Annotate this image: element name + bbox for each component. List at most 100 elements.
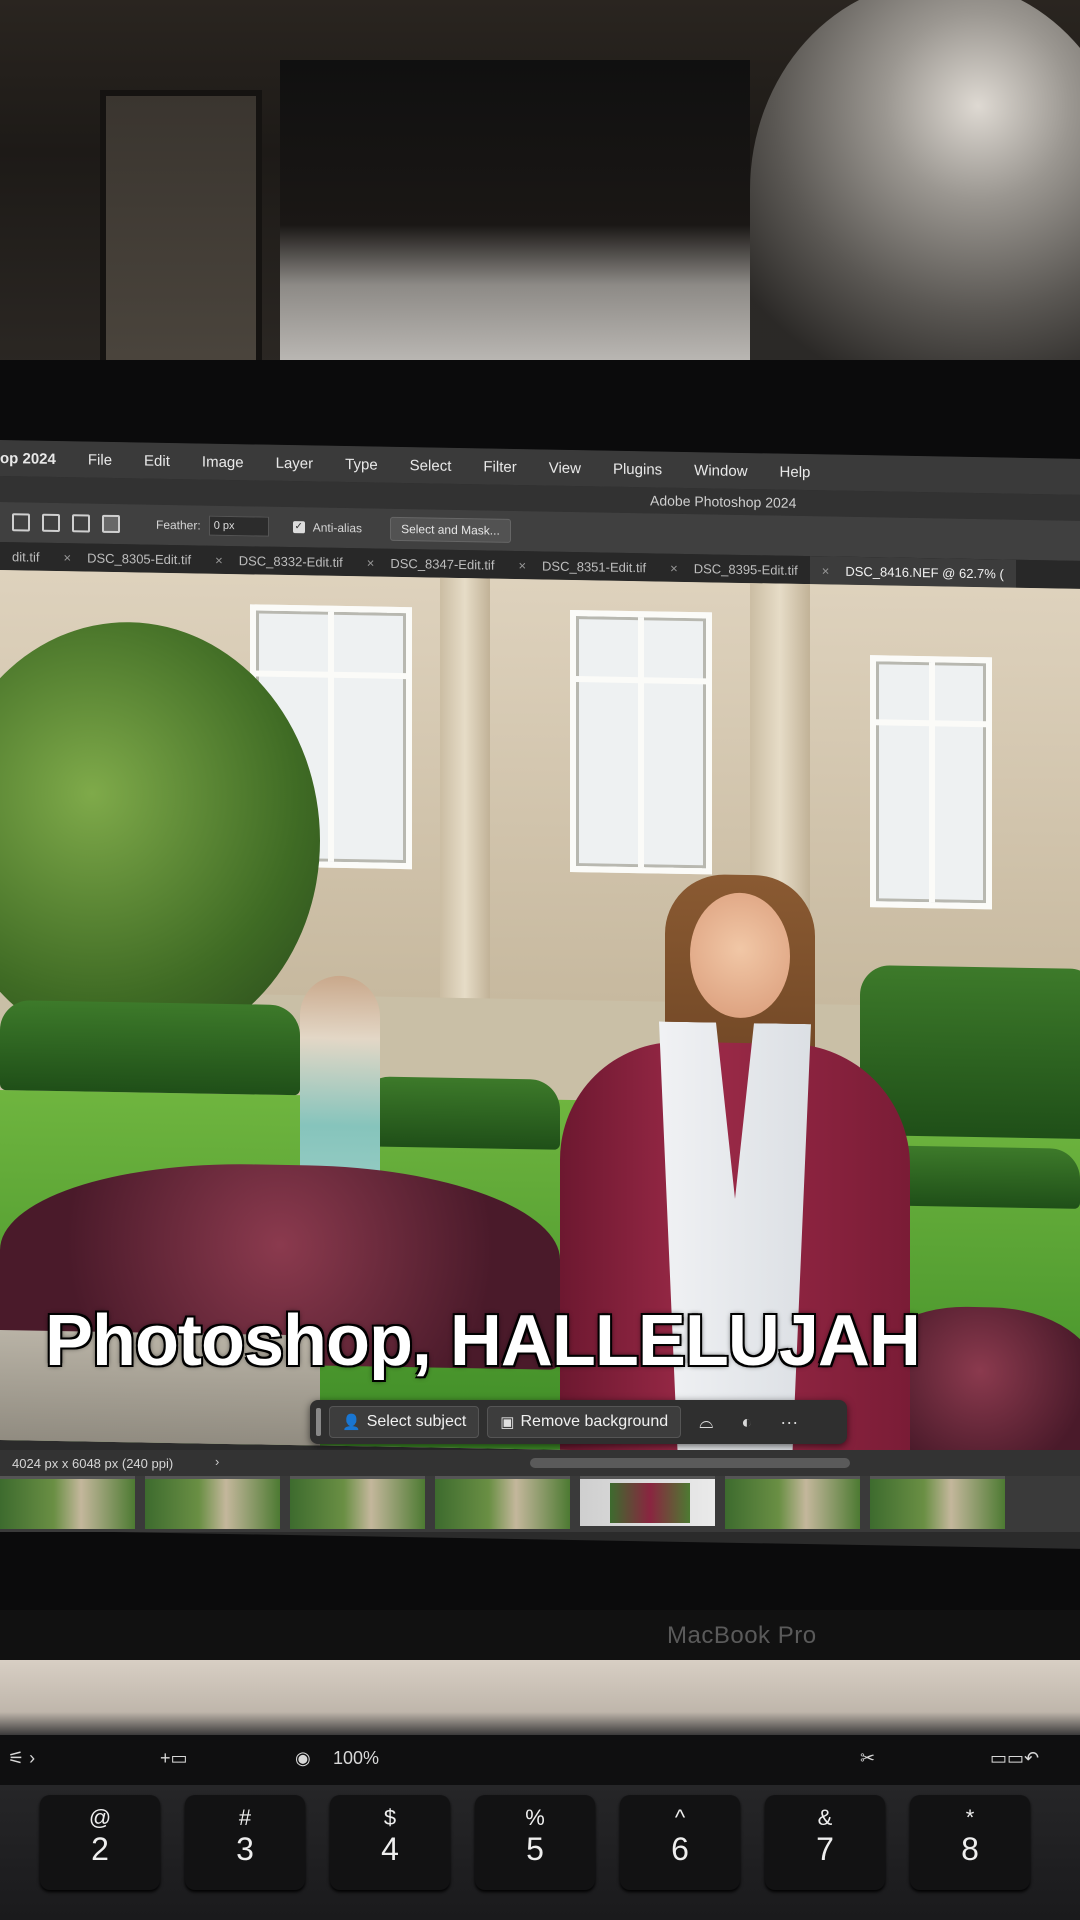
tab-document[interactable]: × DSC_8305-Edit.tif xyxy=(51,549,203,567)
app-name-menu[interactable]: op 2024 xyxy=(0,450,72,468)
key-4[interactable]: $4 xyxy=(330,1795,450,1890)
sliders-icon[interactable]: ⚟ › xyxy=(8,1748,35,1769)
close-icon[interactable]: × xyxy=(670,560,678,575)
status-menu-arrow[interactable]: › xyxy=(215,1454,219,1469)
thumbnail-image xyxy=(610,1483,690,1523)
building-window xyxy=(570,609,712,875)
room-background xyxy=(0,0,1080,380)
scissors-icon[interactable]: ✂ xyxy=(860,1748,875,1769)
tab-label: DSC_8305-Edit.tif xyxy=(87,550,192,567)
key-6[interactable]: ^ 6 xyxy=(620,1795,740,1890)
add-image-icon[interactable]: +▭ xyxy=(160,1748,188,1769)
filmstrip-thumbnail[interactable] xyxy=(435,1476,570,1529)
contextual-task-bar: 👤 Select subject ▣ Remove background ⌓ ◐… xyxy=(310,1400,847,1444)
key-number: 4 xyxy=(381,1831,399,1867)
menu-filter[interactable]: Filter xyxy=(467,458,532,476)
tab-active-document[interactable]: × DSC_8416.NEF @ 62.7% ( xyxy=(809,556,1016,588)
tab-document[interactable]: dit.tif xyxy=(0,549,51,565)
menu-layer[interactable]: Layer xyxy=(260,454,330,472)
tab-document[interactable]: × DSC_8351-Edit.tif xyxy=(506,557,658,575)
tab-label: DSC_8395-Edit.tif xyxy=(693,560,798,578)
remove-background-label: Remove background xyxy=(520,1413,669,1430)
subtract-selection-icon[interactable] xyxy=(72,514,90,533)
key-symbol: * xyxy=(965,1805,975,1830)
adjustment-icon[interactable]: ◐ xyxy=(731,1412,762,1433)
tab-document[interactable]: × DSC_8332-Edit.tif xyxy=(203,552,355,570)
menu-edit[interactable]: Edit xyxy=(128,452,186,470)
close-icon[interactable]: × xyxy=(215,552,223,567)
key-number: 6 xyxy=(671,1831,689,1867)
status-bar: 4024 px x 6048 px (240 ppi) › xyxy=(0,1450,1080,1476)
key-symbol: ^ xyxy=(674,1805,686,1830)
close-icon[interactable]: × xyxy=(63,550,71,565)
filmstrip-thumbnail-selected[interactable] xyxy=(580,1476,715,1526)
key-2[interactable]: @2 xyxy=(40,1795,160,1890)
key-symbol: & xyxy=(817,1805,833,1830)
filmstrip-thumbnail[interactable] xyxy=(725,1476,860,1529)
building-pillar xyxy=(440,577,490,999)
menu-file[interactable]: File xyxy=(72,451,128,469)
key-number: 8 xyxy=(961,1831,979,1867)
add-selection-icon[interactable] xyxy=(42,513,60,533)
image-icon: ▣ xyxy=(500,1414,515,1431)
intersect-selection-icon[interactable] xyxy=(102,514,120,534)
filmstrip-thumbnail[interactable] xyxy=(870,1476,1005,1529)
close-icon[interactable]: × xyxy=(822,563,830,578)
feather-label: Feather: xyxy=(156,517,201,533)
remove-background-button[interactable]: ▣ Remove background xyxy=(487,1406,682,1438)
menu-type[interactable]: Type xyxy=(329,455,394,474)
key-symbol: @ xyxy=(88,1805,112,1830)
close-icon[interactable]: × xyxy=(367,555,375,570)
key-number: 2 xyxy=(91,1831,109,1867)
eye-icon[interactable]: ◉ xyxy=(295,1748,311,1769)
key-symbol: # xyxy=(238,1805,252,1830)
tab-label: dit.tif xyxy=(12,548,40,565)
tab-label: DSC_8332-Edit.tif xyxy=(238,552,343,570)
tab-document[interactable]: × DSC_8395-Edit.tif xyxy=(658,560,810,578)
building-window xyxy=(870,655,992,910)
key-number: 7 xyxy=(816,1831,834,1867)
filmstrip-thumbnail[interactable] xyxy=(0,1476,135,1529)
hedge xyxy=(360,1076,560,1150)
hedge xyxy=(880,1145,1080,1209)
menu-help[interactable]: Help xyxy=(764,463,827,481)
person-icon: 👤 xyxy=(342,1414,361,1431)
video-caption: Photoshop, HALLELUJAH xyxy=(45,1301,921,1381)
doorway xyxy=(100,90,262,380)
more-icon[interactable]: ··· xyxy=(770,1412,808,1433)
tab-label: DSC_8416.NEF @ 62.7% ( xyxy=(845,563,1004,582)
select-subject-button[interactable]: 👤 Select subject xyxy=(329,1406,480,1438)
filmstrip xyxy=(0,1476,1080,1532)
feather-input[interactable]: 0 px xyxy=(208,515,269,537)
hedge xyxy=(0,1000,300,1096)
filmstrip-thumbnail[interactable] xyxy=(290,1476,425,1529)
menu-window[interactable]: Window xyxy=(678,461,763,480)
horizontal-scrollbar[interactable] xyxy=(530,1458,850,1468)
menu-plugins[interactable]: Plugins xyxy=(597,460,678,478)
filmstrip-thumbnail[interactable] xyxy=(145,1476,280,1529)
collapse-icon[interactable]: ▭▭↶ xyxy=(990,1748,1039,1769)
lasso-icon[interactable]: ⌓ xyxy=(689,1412,723,1433)
close-icon[interactable]: × xyxy=(518,558,526,573)
new-selection-icon[interactable] xyxy=(12,513,30,532)
key-number: 3 xyxy=(236,1831,254,1867)
zoom-level[interactable]: 100% xyxy=(333,1748,379,1769)
tab-document[interactable]: × DSC_8347-Edit.tif xyxy=(355,555,507,573)
key-7[interactable]: & 7 xyxy=(765,1795,885,1890)
glass-jar xyxy=(750,0,1080,380)
menu-image[interactable]: Image xyxy=(186,453,260,471)
select-subject-label: Select subject xyxy=(366,1413,467,1430)
antialias-checkbox[interactable]: ✓ xyxy=(292,521,305,534)
key-5[interactable]: % 5 xyxy=(475,1795,595,1890)
window-title: Adobe Photoshop 2024 xyxy=(650,492,797,511)
menu-view[interactable]: View xyxy=(533,459,597,477)
key-3[interactable]: #3 xyxy=(185,1795,305,1890)
key-8[interactable]: * 8 xyxy=(910,1795,1030,1890)
drag-handle[interactable] xyxy=(316,1408,321,1436)
select-and-mask-button[interactable]: Select and Mask... xyxy=(390,516,511,543)
subject-face xyxy=(690,892,790,1019)
key-symbol: % xyxy=(525,1805,545,1830)
tab-label: DSC_8347-Edit.tif xyxy=(390,555,495,573)
key-symbol: $ xyxy=(383,1805,397,1830)
menu-select[interactable]: Select xyxy=(394,456,468,475)
